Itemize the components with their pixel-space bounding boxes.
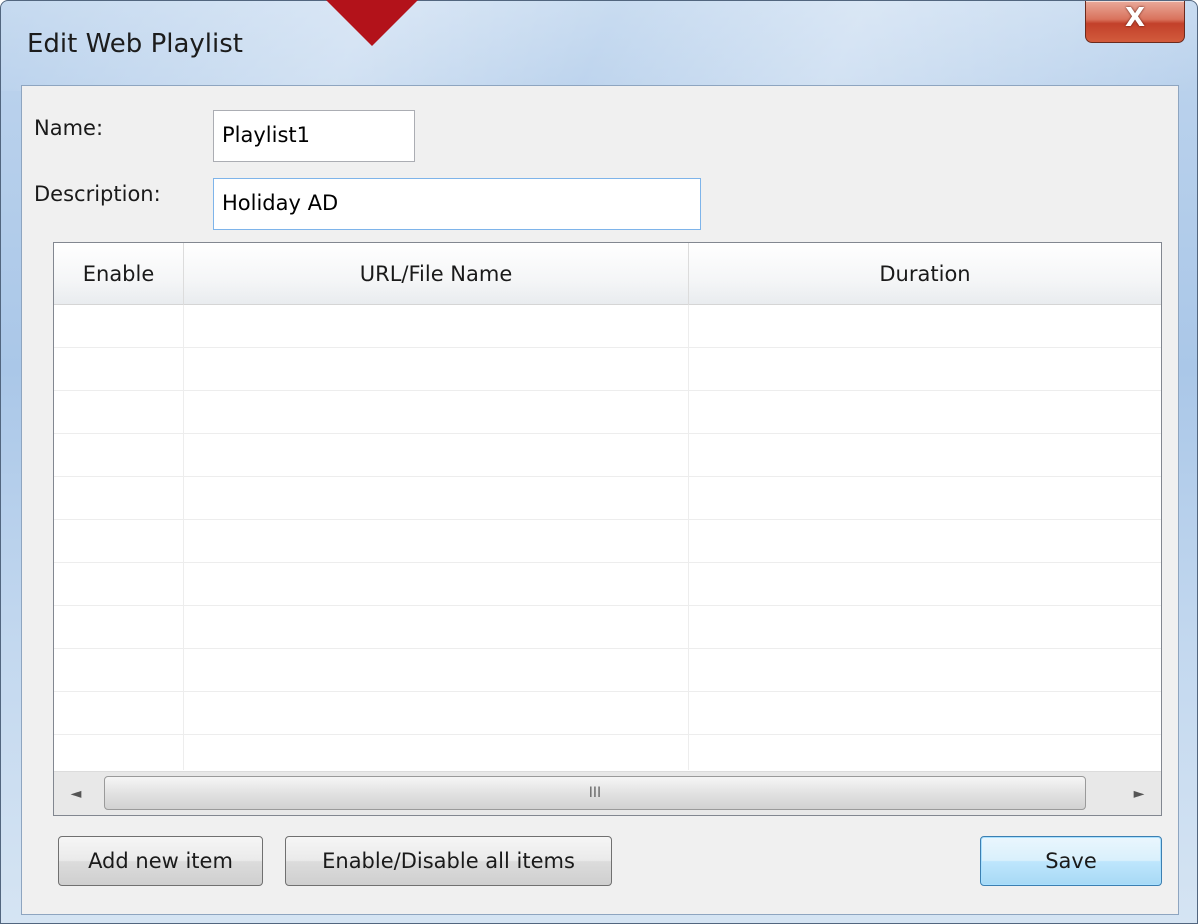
name-input[interactable]: Playlist1: [213, 110, 415, 162]
empty-grid-cell: [54, 434, 184, 477]
empty-grid-cell: [689, 305, 1161, 348]
empty-grid-cell: [54, 735, 184, 770]
empty-grid-cell: [689, 348, 1161, 391]
playlist-grid[interactable]: Enable URL/File Name Duration ◄ III ►: [53, 242, 1162, 816]
empty-grid-cell: [184, 348, 689, 391]
empty-grid-row: [54, 649, 1161, 692]
dialog-window: Edit Web Playlist X Name: Playlist1 Desc…: [0, 0, 1198, 924]
empty-grid-cell: [689, 606, 1161, 649]
close-button[interactable]: X: [1085, 1, 1185, 43]
empty-grid-cell: [184, 391, 689, 434]
scroll-left-button[interactable]: ◄: [54, 772, 98, 816]
window-title: Edit Web Playlist: [27, 29, 243, 59]
grid-header: Enable URL/File Name Duration: [54, 243, 1161, 305]
empty-grid-cell: [184, 520, 689, 563]
empty-grid-cell: [184, 649, 689, 692]
column-header-enable[interactable]: Enable: [54, 243, 184, 305]
empty-grid-cell: [54, 348, 184, 391]
empty-grid-cell: [54, 477, 184, 520]
empty-grid-row: [54, 477, 1161, 520]
description-input-value: Holiday AD: [222, 191, 339, 215]
empty-grid-row: [54, 606, 1161, 649]
empty-grid-cell: [689, 520, 1161, 563]
column-header-url[interactable]: URL/File Name: [184, 243, 689, 305]
horizontal-scrollbar[interactable]: ◄ III ►: [54, 771, 1161, 815]
empty-grid-row: [54, 305, 1161, 348]
empty-grid-cell: [689, 692, 1161, 735]
scroll-right-button[interactable]: ►: [1117, 772, 1161, 816]
name-label: Name:: [34, 116, 104, 140]
empty-grid-cell: [689, 434, 1161, 477]
empty-grid-row: [54, 348, 1161, 391]
empty-grid-cell: [689, 563, 1161, 606]
empty-grid-row: [54, 692, 1161, 735]
column-header-duration[interactable]: Duration: [689, 243, 1161, 305]
empty-grid-row: [54, 434, 1161, 477]
empty-grid-cell: [184, 692, 689, 735]
empty-grid-row: [54, 520, 1161, 563]
description-input[interactable]: Holiday AD: [213, 178, 701, 230]
empty-grid-cell: [54, 305, 184, 348]
empty-grid-cell: [184, 477, 689, 520]
save-button[interactable]: Save: [980, 836, 1162, 886]
enable-disable-all-button[interactable]: Enable/Disable all items: [285, 836, 612, 886]
grid-body[interactable]: [54, 305, 1161, 770]
empty-grid-cell: [54, 520, 184, 563]
empty-grid-cell: [689, 649, 1161, 692]
name-input-value: Playlist1: [222, 123, 310, 147]
close-icon: X: [1124, 3, 1146, 33]
description-label: Description:: [34, 182, 161, 206]
empty-grid-cell: [54, 692, 184, 735]
empty-grid-row: [54, 391, 1161, 434]
empty-grid-cell: [54, 606, 184, 649]
empty-grid-cell: [184, 305, 689, 348]
empty-grid-cell: [54, 563, 184, 606]
empty-grid-cell: [184, 735, 689, 770]
empty-grid-cell: [184, 563, 689, 606]
empty-grid-cell: [689, 477, 1161, 520]
pointer-marker: [326, 0, 418, 46]
add-new-item-button[interactable]: Add new item: [58, 836, 263, 886]
empty-grid-row: [54, 563, 1161, 606]
empty-grid-cell: [184, 434, 689, 477]
dialog-client-area: Name: Playlist1 Description: Holiday AD …: [21, 85, 1179, 915]
empty-grid-cell: [54, 391, 184, 434]
scroll-thumb[interactable]: III: [104, 776, 1086, 810]
empty-grid-cell: [184, 606, 689, 649]
empty-grid-row: [54, 735, 1161, 770]
empty-grid-cell: [54, 649, 184, 692]
empty-grid-cell: [689, 391, 1161, 434]
empty-grid-cell: [689, 735, 1161, 770]
